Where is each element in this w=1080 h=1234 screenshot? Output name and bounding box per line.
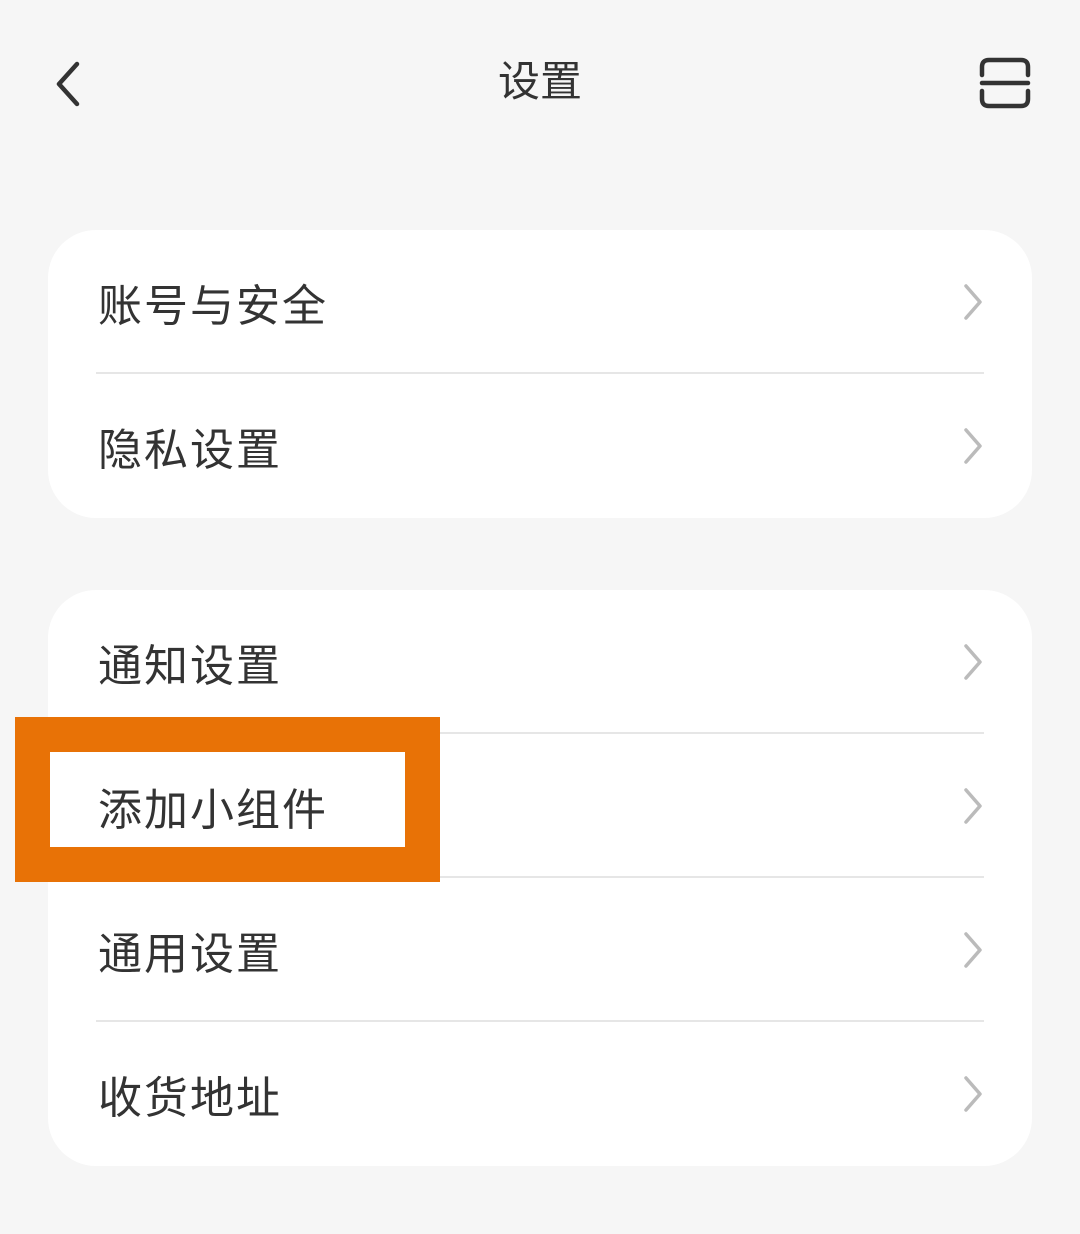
settings-item-shipping-address[interactable]: 收货地址 [48,1022,1032,1166]
chevron-right-icon [964,284,982,320]
settings-item-add-widget[interactable]: 添加小组件 [48,734,1032,878]
page-title: 设置 [497,57,582,106]
settings-item-notifications[interactable]: 通知设置 [48,590,1032,734]
settings-group-account: 账号与安全 隐私设置 [48,230,1032,518]
top-bar: 设置 [0,0,1080,165]
scan-icon [979,57,1031,109]
settings-item-label: 收货地址 [98,1073,282,1124]
scan-button[interactable] [970,50,1040,116]
settings-item-privacy[interactable]: 隐私设置 [48,374,1032,518]
chevron-right-icon [964,1076,982,1112]
settings-item-account-security[interactable]: 账号与安全 [48,230,1032,374]
chevron-right-icon [964,788,982,824]
settings-item-label: 通知设置 [98,641,282,692]
settings-item-label: 账号与安全 [98,281,328,332]
settings-item-label: 添加小组件 [98,785,328,836]
settings-item-general[interactable]: 通用设置 [48,878,1032,1022]
settings-item-label: 通用设置 [98,929,282,980]
chevron-right-icon [964,428,982,464]
chevron-right-icon [964,932,982,968]
chevron-right-icon [964,644,982,680]
settings-item-label: 隐私设置 [98,425,282,476]
settings-group-general: 通知设置 添加小组件 通用设置 收货地址 [48,590,1032,1166]
